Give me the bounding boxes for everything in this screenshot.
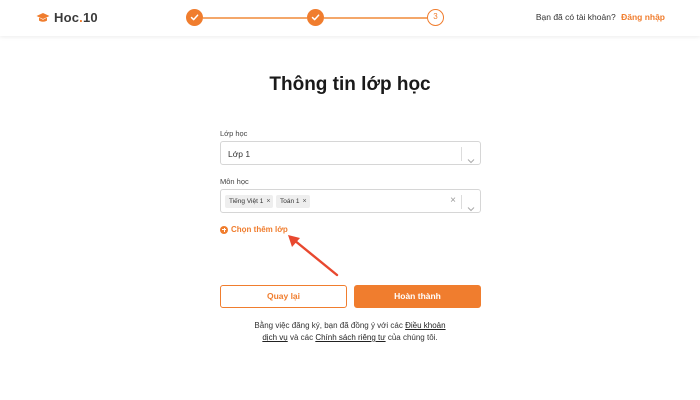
finish-button[interactable]: Hoàn thành [354, 285, 481, 308]
privacy-policy-link[interactable]: Chính sách riêng tư [315, 333, 385, 342]
terms-text: và các [289, 333, 314, 342]
subject-tag[interactable]: Toán 1 × [276, 195, 310, 208]
account-prompt: Bạn đã có tài khoản? Đăng nhập [536, 12, 665, 22]
step-3-current: 3 [427, 9, 444, 26]
remove-tag-icon[interactable]: × [303, 198, 307, 205]
top-bar: Hoc.10 3 Bạn đã có tài khoản? Đăng nhập [0, 0, 700, 36]
terms-of-service-link[interactable]: Điều khoản [405, 321, 445, 330]
chevron-down-icon[interactable] [467, 151, 475, 169]
progress-stepper: 3 [186, 9, 444, 27]
remove-tag-icon[interactable]: × [266, 198, 270, 205]
check-icon [190, 14, 199, 21]
class-select[interactable]: Lớp 1 [220, 141, 481, 165]
step-1-done [186, 9, 203, 26]
add-class-link[interactable]: Chọn thêm lớp [220, 225, 288, 234]
step-connector [324, 17, 427, 19]
subject-tag[interactable]: Tiếng Việt 1 × [225, 195, 274, 208]
terms-of-service-link[interactable]: dịch vụ [262, 333, 287, 342]
terms-text: của chúng tôi. [387, 333, 438, 342]
subject-field-label: Môn học [220, 177, 249, 186]
logo[interactable]: Hoc.10 [36, 10, 98, 25]
plus-circle-icon [220, 225, 228, 234]
check-icon [311, 14, 320, 21]
page-title: Thông tin lớp học [269, 74, 431, 95]
account-question: Bạn đã có tài khoản? [535, 12, 616, 22]
chevron-down-icon[interactable] [467, 199, 475, 217]
terms-notice: Bằng việc đăng ký, bạn đã đồng ý với các… [0, 320, 700, 344]
step-2-done [307, 9, 324, 26]
annotation-arrow-icon [288, 235, 339, 277]
login-link[interactable]: Đăng nhập [621, 12, 665, 22]
select-divider [461, 147, 462, 161]
graduation-cap-icon [36, 12, 50, 24]
clear-icon[interactable]: × [450, 195, 456, 207]
terms-text: Bằng việc đăng ký, bạn đã đồng ý với các [254, 321, 403, 330]
step-connector [203, 17, 307, 19]
logo-text: Hoc.10 [54, 10, 98, 25]
back-button[interactable]: Quay lại [220, 285, 347, 308]
select-divider [461, 195, 462, 209]
subject-multiselect[interactable]: Tiếng Việt 1 × Toán 1 × × [220, 189, 481, 213]
class-select-value: Lớp 1 [228, 149, 251, 159]
class-field-label: Lớp học [220, 129, 248, 138]
